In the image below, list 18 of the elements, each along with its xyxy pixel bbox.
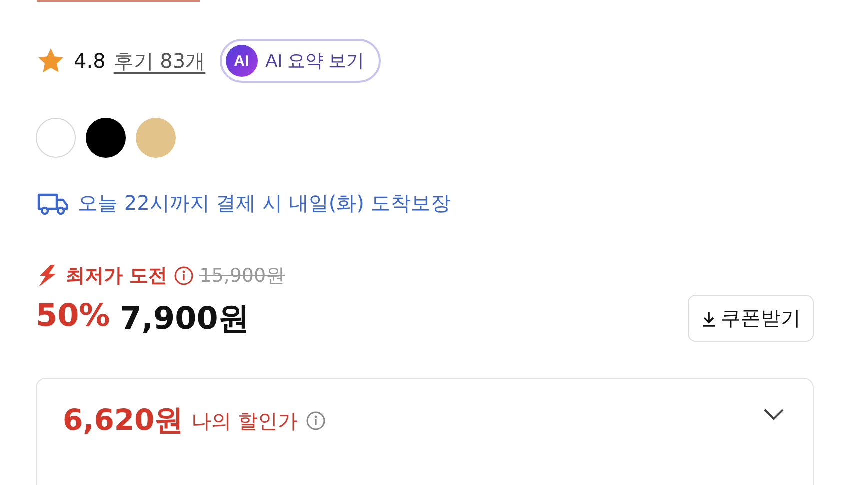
rating-score: 4.8 bbox=[74, 49, 106, 73]
color-swatch[interactable] bbox=[136, 118, 176, 158]
color-swatch[interactable] bbox=[86, 118, 126, 158]
discount-rate: 50% bbox=[36, 298, 110, 336]
original-price: 15,900원 bbox=[200, 264, 286, 289]
my-price-amount: 6,620원 bbox=[63, 402, 184, 439]
sale-price: 7,900원 bbox=[120, 300, 250, 338]
coupon-button[interactable]: 쿠폰받기 bbox=[688, 295, 814, 342]
download-icon bbox=[701, 310, 717, 328]
lowest-price-label: 최저가 도전 bbox=[66, 264, 168, 289]
reviews-link[interactable]: 후기 83개 bbox=[114, 48, 206, 74]
ai-summary-button[interactable]: AI AI 요약 보기 bbox=[220, 39, 381, 83]
color-swatch[interactable] bbox=[36, 118, 76, 158]
info-icon[interactable] bbox=[306, 411, 326, 431]
ai-badge: AI bbox=[226, 45, 258, 77]
info-icon[interactable] bbox=[174, 266, 194, 286]
delivery-guarantee-text: 오늘 22시까지 결제 시 내일(화) 도착보장 bbox=[78, 190, 451, 217]
my-price-label: 나의 할인가 bbox=[192, 408, 298, 434]
